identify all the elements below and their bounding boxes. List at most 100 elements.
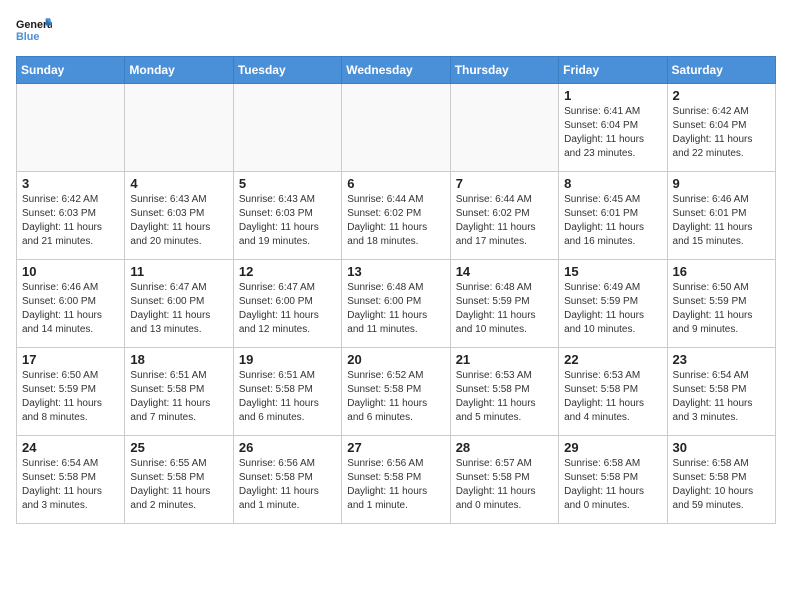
calendar-day-header: Wednesday — [342, 57, 450, 84]
calendar-cell: 14 Sunrise: 6:48 AM Sunset: 5:59 PM Dayli… — [450, 260, 558, 348]
day-info: Sunrise: 6:52 AM Sunset: 5:58 PM Dayligh… — [347, 369, 444, 425]
calendar-week-row: 10 Sunrise: 6:46 AM Sunset: 6:00 PM Dayli… — [17, 260, 776, 348]
calendar-cell — [125, 84, 233, 172]
day-info: Sunrise: 6:51 AM Sunset: 5:58 PM Dayligh… — [239, 369, 336, 425]
calendar-cell: 1 Sunrise: 6:41 AM Sunset: 6:04 PM Daylig… — [559, 84, 667, 172]
day-number: 8 — [564, 176, 661, 191]
day-info: Sunrise: 6:53 AM Sunset: 5:58 PM Dayligh… — [564, 369, 661, 425]
day-number: 6 — [347, 176, 444, 191]
calendar-week-row: 24 Sunrise: 6:54 AM Sunset: 5:58 PM Dayli… — [17, 436, 776, 524]
calendar-day-header: Friday — [559, 57, 667, 84]
calendar-cell: 17 Sunrise: 6:50 AM Sunset: 5:59 PM Dayli… — [17, 348, 125, 436]
day-info: Sunrise: 6:56 AM Sunset: 5:58 PM Dayligh… — [239, 457, 336, 513]
day-number: 13 — [347, 264, 444, 279]
day-info: Sunrise: 6:43 AM Sunset: 6:03 PM Dayligh… — [130, 193, 227, 249]
day-number: 30 — [673, 440, 770, 455]
calendar-cell: 27 Sunrise: 6:56 AM Sunset: 5:58 PM Dayli… — [342, 436, 450, 524]
day-number: 21 — [456, 352, 553, 367]
calendar-cell: 5 Sunrise: 6:43 AM Sunset: 6:03 PM Daylig… — [233, 172, 341, 260]
calendar-header-row: SundayMondayTuesdayWednesdayThursdayFrid… — [17, 57, 776, 84]
day-info: Sunrise: 6:50 AM Sunset: 5:59 PM Dayligh… — [22, 369, 119, 425]
day-info: Sunrise: 6:47 AM Sunset: 6:00 PM Dayligh… — [239, 281, 336, 337]
calendar-cell: 12Sunrise: 6:47 AM Sunset: 6:00 PM Dayli… — [233, 260, 341, 348]
svg-text:Blue: Blue — [16, 31, 39, 43]
day-info: Sunrise: 6:53 AM Sunset: 5:58 PM Dayligh… — [456, 369, 553, 425]
day-number: 16 — [673, 264, 770, 279]
logo: General Blue — [16, 16, 52, 44]
day-number: 23 — [673, 352, 770, 367]
calendar-week-row: 1 Sunrise: 6:41 AM Sunset: 6:04 PM Daylig… — [17, 84, 776, 172]
day-number: 27 — [347, 440, 444, 455]
calendar-cell: 3 Sunrise: 6:42 AM Sunset: 6:03 PM Daylig… — [17, 172, 125, 260]
calendar-cell: 18 Sunrise: 6:51 AM Sunset: 5:58 PM Dayli… — [125, 348, 233, 436]
calendar-cell: 30 Sunrise: 6:58 AM Sunset: 5:58 PM Dayli… — [667, 436, 775, 524]
day-number: 15 — [564, 264, 661, 279]
day-info: Sunrise: 6:47 AM Sunset: 6:00 PM Dayligh… — [130, 281, 227, 337]
calendar-cell — [450, 84, 558, 172]
page-header: General Blue — [16, 16, 776, 44]
day-info: Sunrise: 6:48 AM Sunset: 6:00 PM Dayligh… — [347, 281, 444, 337]
day-info: Sunrise: 6:46 AM Sunset: 6:00 PM Dayligh… — [22, 281, 119, 337]
day-info: Sunrise: 6:51 AM Sunset: 5:58 PM Dayligh… — [130, 369, 227, 425]
calendar-body: 1 Sunrise: 6:41 AM Sunset: 6:04 PM Daylig… — [17, 84, 776, 524]
day-number: 14 — [456, 264, 553, 279]
day-number: 17 — [22, 352, 119, 367]
calendar-day-header: Saturday — [667, 57, 775, 84]
day-number: 9 — [673, 176, 770, 191]
calendar-cell — [342, 84, 450, 172]
calendar-cell: 25Sunrise: 6:55 AM Sunset: 5:58 PM Dayli… — [125, 436, 233, 524]
day-number: 26 — [239, 440, 336, 455]
day-info: Sunrise: 6:42 AM Sunset: 6:04 PM Dayligh… — [673, 105, 770, 161]
day-info: Sunrise: 6:44 AM Sunset: 6:02 PM Dayligh… — [456, 193, 553, 249]
calendar-cell: 9 Sunrise: 6:46 AM Sunset: 6:01 PM Daylig… — [667, 172, 775, 260]
calendar-cell: 13 Sunrise: 6:48 AM Sunset: 6:00 PM Dayli… — [342, 260, 450, 348]
day-info: Sunrise: 6:43 AM Sunset: 6:03 PM Dayligh… — [239, 193, 336, 249]
day-info: Sunrise: 6:41 AM Sunset: 6:04 PM Dayligh… — [564, 105, 661, 161]
day-info: Sunrise: 6:56 AM Sunset: 5:58 PM Dayligh… — [347, 457, 444, 513]
day-number: 5 — [239, 176, 336, 191]
day-info: Sunrise: 6:42 AM Sunset: 6:03 PM Dayligh… — [22, 193, 119, 249]
day-number: 28 — [456, 440, 553, 455]
day-info: Sunrise: 6:49 AM Sunset: 5:59 PM Dayligh… — [564, 281, 661, 337]
calendar-cell — [17, 84, 125, 172]
day-info: Sunrise: 6:50 AM Sunset: 5:59 PM Dayligh… — [673, 281, 770, 337]
day-number: 18 — [130, 352, 227, 367]
calendar-day-header: Thursday — [450, 57, 558, 84]
day-number: 25 — [130, 440, 227, 455]
calendar-week-row: 17 Sunrise: 6:50 AM Sunset: 5:59 PM Dayli… — [17, 348, 776, 436]
day-info: Sunrise: 6:44 AM Sunset: 6:02 PM Dayligh… — [347, 193, 444, 249]
calendar-cell: 10 Sunrise: 6:46 AM Sunset: 6:00 PM Dayli… — [17, 260, 125, 348]
day-info: Sunrise: 6:48 AM Sunset: 5:59 PM Dayligh… — [456, 281, 553, 337]
day-number: 20 — [347, 352, 444, 367]
day-number: 10 — [22, 264, 119, 279]
calendar-cell — [233, 84, 341, 172]
calendar-table: SundayMondayTuesdayWednesdayThursdayFrid… — [16, 56, 776, 524]
calendar-cell: 21 Sunrise: 6:53 AM Sunset: 5:58 PM Dayli… — [450, 348, 558, 436]
day-number: 3 — [22, 176, 119, 191]
calendar-cell: 20 Sunrise: 6:52 AM Sunset: 5:58 PM Dayli… — [342, 348, 450, 436]
day-number: 24 — [22, 440, 119, 455]
calendar-cell: 28 Sunrise: 6:57 AM Sunset: 5:58 PM Dayli… — [450, 436, 558, 524]
day-info: Sunrise: 6:58 AM Sunset: 5:58 PM Dayligh… — [564, 457, 661, 513]
calendar-day-header: Sunday — [17, 57, 125, 84]
day-info: Sunrise: 6:57 AM Sunset: 5:58 PM Dayligh… — [456, 457, 553, 513]
calendar-cell: 24 Sunrise: 6:54 AM Sunset: 5:58 PM Dayli… — [17, 436, 125, 524]
calendar-day-header: Monday — [125, 57, 233, 84]
calendar-cell: 2 Sunrise: 6:42 AM Sunset: 6:04 PM Daylig… — [667, 84, 775, 172]
day-number: 1 — [564, 88, 661, 103]
day-info: Sunrise: 6:58 AM Sunset: 5:58 PM Dayligh… — [673, 457, 770, 513]
calendar-cell: 15 Sunrise: 6:49 AM Sunset: 5:59 PM Dayli… — [559, 260, 667, 348]
calendar-cell: 8 Sunrise: 6:45 AM Sunset: 6:01 PM Daylig… — [559, 172, 667, 260]
day-info: Sunrise: 6:54 AM Sunset: 5:58 PM Dayligh… — [673, 369, 770, 425]
calendar-week-row: 3 Sunrise: 6:42 AM Sunset: 6:03 PM Daylig… — [17, 172, 776, 260]
day-number: 2 — [673, 88, 770, 103]
day-info: Sunrise: 6:46 AM Sunset: 6:01 PM Dayligh… — [673, 193, 770, 249]
calendar-cell: 16 Sunrise: 6:50 AM Sunset: 5:59 PM Dayli… — [667, 260, 775, 348]
calendar-cell: 23 Sunrise: 6:54 AM Sunset: 5:58 PM Dayli… — [667, 348, 775, 436]
calendar-cell: 7 Sunrise: 6:44 AM Sunset: 6:02 PM Daylig… — [450, 172, 558, 260]
day-number: 7 — [456, 176, 553, 191]
logo-icon: General Blue — [16, 16, 52, 44]
day-info: Sunrise: 6:54 AM Sunset: 5:58 PM Dayligh… — [22, 457, 119, 513]
day-info: Sunrise: 6:45 AM Sunset: 6:01 PM Dayligh… — [564, 193, 661, 249]
day-number: 4 — [130, 176, 227, 191]
